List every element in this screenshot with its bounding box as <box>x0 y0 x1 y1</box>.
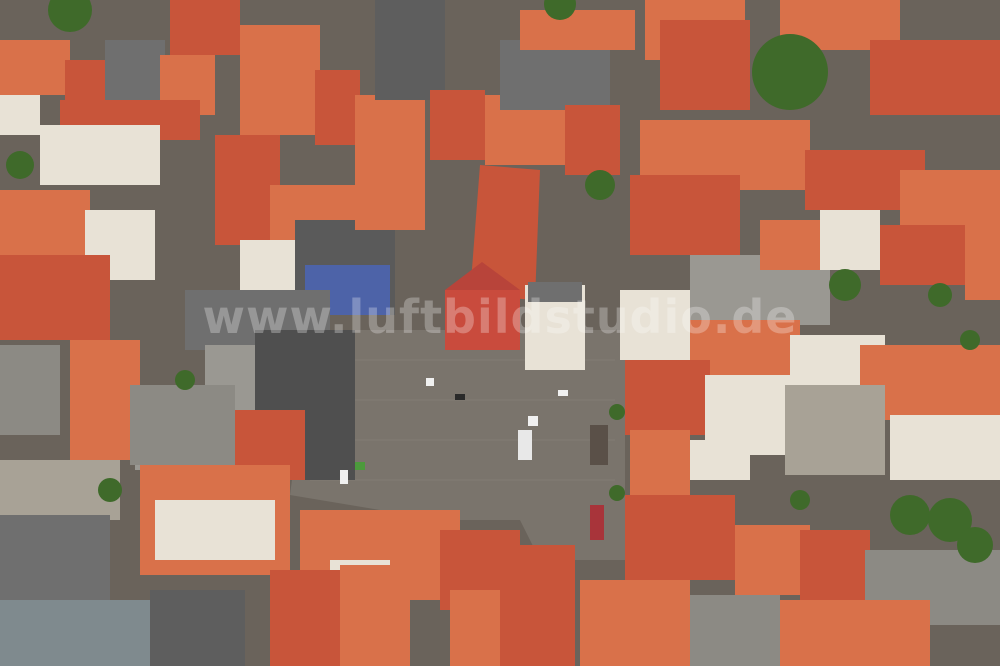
aerial-photo <box>0 0 1000 666</box>
